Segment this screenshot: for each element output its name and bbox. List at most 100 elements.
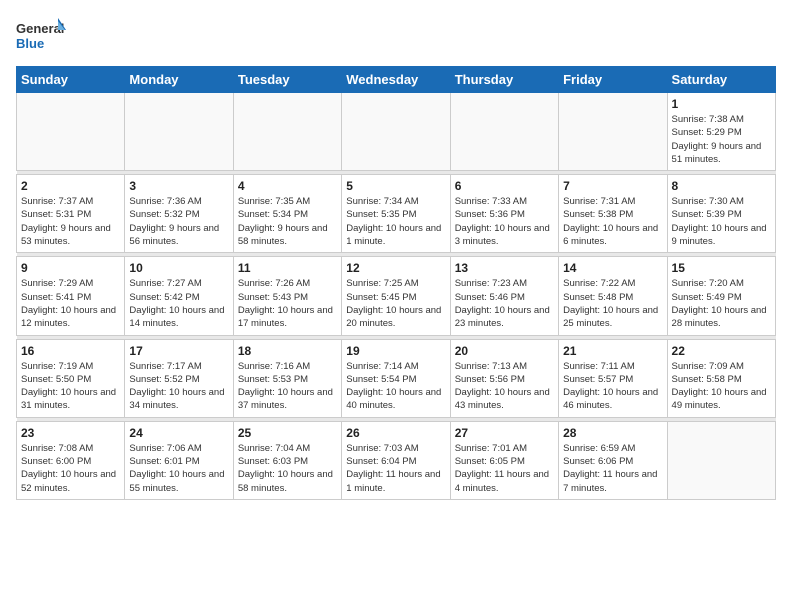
weekday-header: Thursday	[450, 67, 558, 93]
calendar-cell: 2Sunrise: 7:37 AM Sunset: 5:31 PM Daylig…	[17, 175, 125, 253]
calendar-week-row: 1 Sunrise: 7:38 AM Sunset: 5:29 PM Daylig…	[17, 93, 776, 171]
day-number: 11	[238, 261, 337, 275]
weekday-header: Tuesday	[233, 67, 341, 93]
calendar-cell	[125, 93, 233, 171]
day-number: 5	[346, 179, 445, 193]
day-info: Sunrise: 7:04 AM Sunset: 6:03 PM Dayligh…	[238, 442, 337, 495]
calendar-cell: 5 Sunrise: 7:34 AM Sunset: 5:35 PM Daylig…	[342, 175, 450, 253]
day-number: 26	[346, 426, 445, 440]
day-number: 3	[129, 179, 228, 193]
calendar-cell: 20 Sunrise: 7:13 AM Sunset: 5:56 PM Dayli…	[450, 339, 558, 417]
day-number: 22	[672, 344, 771, 358]
calendar-cell: 12 Sunrise: 7:25 AM Sunset: 5:45 PM Dayli…	[342, 257, 450, 335]
day-info: Sunrise: 7:06 AM Sunset: 6:01 PM Dayligh…	[129, 442, 228, 495]
day-info: Sunrise: 7:20 AM Sunset: 5:49 PM Dayligh…	[672, 277, 771, 330]
calendar-cell	[342, 93, 450, 171]
day-number: 7	[563, 179, 662, 193]
calendar-cell: 1 Sunrise: 7:38 AM Sunset: 5:29 PM Daylig…	[667, 93, 775, 171]
day-number: 8	[672, 179, 771, 193]
day-number: 6	[455, 179, 554, 193]
calendar-cell: 21 Sunrise: 7:11 AM Sunset: 5:57 PM Dayli…	[559, 339, 667, 417]
calendar-cell: 16 Sunrise: 7:19 AM Sunset: 5:50 PM Dayli…	[17, 339, 125, 417]
calendar-week-row: 23 Sunrise: 7:08 AM Sunset: 6:00 PM Dayli…	[17, 421, 776, 499]
calendar-week-row: 16 Sunrise: 7:19 AM Sunset: 5:50 PM Dayli…	[17, 339, 776, 417]
logo: General Blue	[16, 16, 66, 56]
day-number: 9	[21, 261, 120, 275]
calendar-table: SundayMondayTuesdayWednesdayThursdayFrid…	[16, 66, 776, 500]
day-info: Sunrise: 7:29 AM Sunset: 5:41 PM Dayligh…	[21, 277, 120, 330]
weekday-header-row: SundayMondayTuesdayWednesdayThursdayFrid…	[17, 67, 776, 93]
calendar-cell: 27 Sunrise: 7:01 AM Sunset: 6:05 PM Dayli…	[450, 421, 558, 499]
calendar-cell: 23 Sunrise: 7:08 AM Sunset: 6:00 PM Dayli…	[17, 421, 125, 499]
day-info: Sunrise: 7:14 AM Sunset: 5:54 PM Dayligh…	[346, 360, 445, 413]
day-number: 27	[455, 426, 554, 440]
weekday-header: Friday	[559, 67, 667, 93]
day-number: 24	[129, 426, 228, 440]
day-number: 18	[238, 344, 337, 358]
day-info: Sunrise: 7:08 AM Sunset: 6:00 PM Dayligh…	[21, 442, 120, 495]
calendar-cell: 28 Sunrise: 6:59 AM Sunset: 6:06 PM Dayli…	[559, 421, 667, 499]
calendar-cell: 18 Sunrise: 7:16 AM Sunset: 5:53 PM Dayli…	[233, 339, 341, 417]
day-number: 12	[346, 261, 445, 275]
logo-svg: General Blue	[16, 16, 66, 56]
day-info: Sunrise: 7:38 AM Sunset: 5:29 PM Dayligh…	[672, 113, 771, 166]
svg-text:General: General	[16, 21, 64, 36]
day-number: 13	[455, 261, 554, 275]
day-number: 21	[563, 344, 662, 358]
day-number: 14	[563, 261, 662, 275]
day-number: 19	[346, 344, 445, 358]
day-number: 15	[672, 261, 771, 275]
calendar-cell: 17Sunrise: 7:17 AM Sunset: 5:52 PM Dayli…	[125, 339, 233, 417]
day-number: 28	[563, 426, 662, 440]
calendar-cell: 6 Sunrise: 7:33 AM Sunset: 5:36 PM Daylig…	[450, 175, 558, 253]
weekday-header: Saturday	[667, 67, 775, 93]
day-info: Sunrise: 7:01 AM Sunset: 6:05 PM Dayligh…	[455, 442, 554, 495]
calendar-cell: 7Sunrise: 7:31 AM Sunset: 5:38 PM Daylig…	[559, 175, 667, 253]
svg-text:Blue: Blue	[16, 36, 44, 51]
calendar-cell: 10 Sunrise: 7:27 AM Sunset: 5:42 PM Dayli…	[125, 257, 233, 335]
day-number: 20	[455, 344, 554, 358]
calendar-cell: 19 Sunrise: 7:14 AM Sunset: 5:54 PM Dayli…	[342, 339, 450, 417]
day-info: Sunrise: 7:19 AM Sunset: 5:50 PM Dayligh…	[21, 360, 120, 413]
day-info: Sunrise: 7:23 AM Sunset: 5:46 PM Dayligh…	[455, 277, 554, 330]
calendar-cell	[559, 93, 667, 171]
day-info: Sunrise: 7:34 AM Sunset: 5:35 PM Dayligh…	[346, 195, 445, 248]
weekday-header: Monday	[125, 67, 233, 93]
calendar-cell: 8 Sunrise: 7:30 AM Sunset: 5:39 PM Daylig…	[667, 175, 775, 253]
day-number: 1	[672, 97, 771, 111]
page-header: General Blue	[16, 16, 776, 56]
calendar-cell: 25Sunrise: 7:04 AM Sunset: 6:03 PM Dayli…	[233, 421, 341, 499]
day-info: Sunrise: 7:16 AM Sunset: 5:53 PM Dayligh…	[238, 360, 337, 413]
day-info: Sunrise: 7:11 AM Sunset: 5:57 PM Dayligh…	[563, 360, 662, 413]
weekday-header: Wednesday	[342, 67, 450, 93]
day-number: 4	[238, 179, 337, 193]
calendar-cell: 3 Sunrise: 7:36 AM Sunset: 5:32 PM Daylig…	[125, 175, 233, 253]
day-number: 16	[21, 344, 120, 358]
day-info: Sunrise: 7:13 AM Sunset: 5:56 PM Dayligh…	[455, 360, 554, 413]
calendar-cell	[667, 421, 775, 499]
day-info: Sunrise: 7:27 AM Sunset: 5:42 PM Dayligh…	[129, 277, 228, 330]
day-number: 23	[21, 426, 120, 440]
day-info: Sunrise: 7:22 AM Sunset: 5:48 PM Dayligh…	[563, 277, 662, 330]
day-info: Sunrise: 7:03 AM Sunset: 6:04 PM Dayligh…	[346, 442, 445, 495]
day-info: Sunrise: 7:26 AM Sunset: 5:43 PM Dayligh…	[238, 277, 337, 330]
calendar-cell: 13 Sunrise: 7:23 AM Sunset: 5:46 PM Dayli…	[450, 257, 558, 335]
day-info: Sunrise: 7:33 AM Sunset: 5:36 PM Dayligh…	[455, 195, 554, 248]
calendar-cell: 26 Sunrise: 7:03 AM Sunset: 6:04 PM Dayli…	[342, 421, 450, 499]
calendar-cell	[17, 93, 125, 171]
day-info: Sunrise: 7:35 AM Sunset: 5:34 PM Dayligh…	[238, 195, 337, 248]
day-number: 10	[129, 261, 228, 275]
calendar-cell: 14 Sunrise: 7:22 AM Sunset: 5:48 PM Dayli…	[559, 257, 667, 335]
calendar-cell	[233, 93, 341, 171]
day-info: Sunrise: 7:25 AM Sunset: 5:45 PM Dayligh…	[346, 277, 445, 330]
calendar-cell: 4 Sunrise: 7:35 AM Sunset: 5:34 PM Daylig…	[233, 175, 341, 253]
day-info: Sunrise: 6:59 AM Sunset: 6:06 PM Dayligh…	[563, 442, 662, 495]
calendar-cell: 9 Sunrise: 7:29 AM Sunset: 5:41 PM Daylig…	[17, 257, 125, 335]
calendar-cell: 22Sunrise: 7:09 AM Sunset: 5:58 PM Dayli…	[667, 339, 775, 417]
calendar-cell: 15 Sunrise: 7:20 AM Sunset: 5:49 PM Dayli…	[667, 257, 775, 335]
day-info: Sunrise: 7:36 AM Sunset: 5:32 PM Dayligh…	[129, 195, 228, 248]
day-number: 2	[21, 179, 120, 193]
weekday-header: Sunday	[17, 67, 125, 93]
day-number: 17	[129, 344, 228, 358]
day-info: Sunrise: 7:30 AM Sunset: 5:39 PM Dayligh…	[672, 195, 771, 248]
